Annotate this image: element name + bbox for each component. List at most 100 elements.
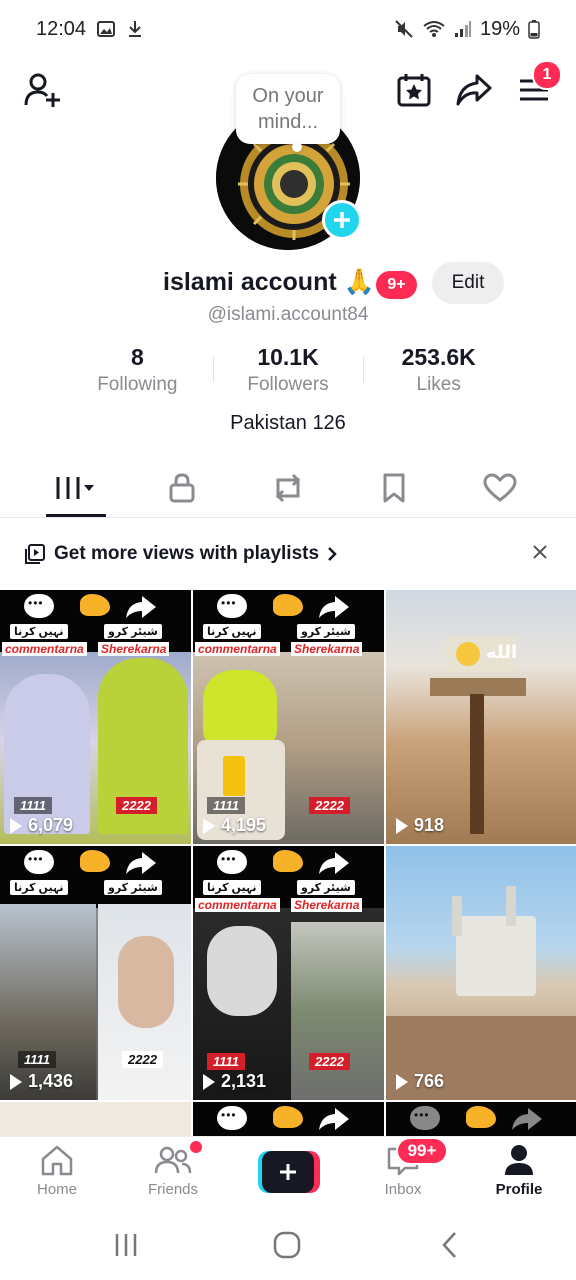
video-thumbnail[interactable]: 766 [386,846,576,1100]
thumb-building [456,916,536,996]
events-button[interactable] [392,68,436,112]
friends-notification-dot [190,1141,202,1153]
gallery-icon [97,21,116,37]
lock-icon [169,473,195,503]
thumb-figure [203,670,277,750]
home-circle-icon[interactable] [272,1230,302,1260]
thumb-tag-right: 2222 [116,797,157,814]
view-count-value: 6,079 [28,815,74,835]
thumb-minaret [452,896,462,936]
thumb-tag-left: 1111 [18,1051,57,1068]
view-count-value: 2,131 [221,1071,267,1091]
stat-label: Followers [247,374,329,395]
create-button[interactable] [258,1151,320,1193]
thumb-face [118,936,174,1028]
share-profile-button[interactable] [452,68,496,112]
view-count: 6,079 [10,815,73,836]
content-tabs [0,458,576,518]
nav-friends-label: Friends [147,1181,199,1198]
profile-handle: @islami.account84 [207,304,369,325]
nav-profile[interactable]: Profile [474,1143,564,1207]
note-bubble[interactable]: On your mind... [236,74,340,144]
bottom-nav: Home Friends Inbox 99+ Profile [0,1136,576,1210]
stat-likes[interactable]: 253.6K Likes [363,344,514,400]
playlist-banner-text: Get more views with playlists [54,543,320,564]
thumb-caption-left: commentarna [195,898,280,912]
share-arrow-icon [126,596,156,618]
grid-videos-icon [56,477,94,499]
video-thumbnail[interactable]: نہیں کرنا شیئر کرو 1111 2222 1,436 [0,846,191,1100]
signal-icon [454,21,471,37]
playlist-banner[interactable]: Get more views with playlists [0,524,576,584]
chevron-right-icon [328,547,337,561]
profile-name: islami account 🙏 [163,268,375,296]
recent-apps-icon[interactable] [112,1232,140,1258]
view-count-value: 1,436 [28,1071,74,1091]
thumb-pill-right: شیئر کرو [297,624,355,639]
nav-friends[interactable]: Friends [128,1143,218,1207]
name-badge[interactable]: 9+ [376,271,417,299]
comment-bubble-icon [217,594,247,618]
add-story-button[interactable] [322,200,362,240]
heart-icon [483,473,517,502]
thumb-pill-right: شیئر کرو [104,880,162,895]
video-thumbnail[interactable]: نہیں کرنا شیئر کرو commentarna Sherekarn… [193,846,384,1100]
thumb-caption-right: Sherekarna [98,642,170,656]
play-icon [10,817,22,834]
playlist-icon [25,544,45,564]
thumb-glass [223,756,245,796]
tab-videos[interactable] [46,466,106,510]
close-icon [533,545,547,559]
thumb-tag-left: 1111 [207,1053,246,1070]
comment-bubble-icon [217,850,247,874]
back-icon[interactable] [438,1230,462,1260]
calendar-star-icon [397,74,431,107]
video-thumbnail[interactable] [193,1102,384,1136]
view-count: 4,195 [203,815,266,836]
nav-home[interactable]: Home [12,1143,102,1207]
video-thumbnail[interactable]: الله 918 [386,590,576,844]
video-thumbnail[interactable]: نہیں کرنا شیئر کرو commentarna Sherekarn… [193,590,384,844]
thumb-tag-right: 2222 [309,1053,350,1070]
thumb-caption-left: commentarna [2,642,87,656]
video-thumbnail[interactable] [0,1102,191,1136]
wifi-icon [423,21,445,37]
play-icon [396,817,408,834]
edit-profile-button[interactable]: Edit [432,262,504,304]
tab-liked[interactable] [470,466,530,510]
thumb-pill-left: نہیں کرنا [10,880,68,895]
thumb-caption-right: Sherekarna [291,898,363,912]
stat-label: Following [97,374,178,395]
status-bar: 12:04 19% [0,0,576,58]
plus-icon [334,212,350,228]
thumb-minaret [506,886,516,926]
thumb-face [207,926,277,1016]
thumb-tag-left: 1111 [207,797,246,814]
tab-private[interactable] [152,466,212,510]
stat-followers[interactable]: 10.1K Followers [212,344,364,400]
profile-stats: 8 Following 10.1K Followers 253.6K Likes [62,344,514,400]
stat-following[interactable]: 8 Following [62,344,213,400]
play-icon [203,817,215,834]
profile-icon [505,1145,533,1175]
tab-reposts[interactable] [258,466,318,510]
video-thumbnail[interactable]: نہیں کرنا شیئر کرو commentarna Sherekarn… [0,590,191,844]
close-banner-button[interactable] [532,543,548,566]
comment-bubble-icon [24,850,54,874]
system-navigation-bar [0,1210,576,1280]
video-thumbnail[interactable] [386,1102,576,1136]
stat-value: 253.6K [401,344,476,370]
view-count-value: 918 [414,815,445,835]
tab-favorites[interactable] [364,466,424,510]
thumb-pill-right: شیئر کرو [297,880,355,895]
add-friend-button[interactable] [20,68,64,112]
view-count: 918 [396,815,444,836]
download-icon [129,21,142,37]
nav-inbox-label: Inbox [384,1181,422,1198]
video-grid: نہیں کرنا شیئر کرو commentarna Sherekarn… [0,590,576,1136]
nav-home-label: Home [36,1181,77,1198]
thumb-scene [291,922,384,1100]
plus-icon [280,1164,296,1180]
battery-icon [528,20,540,39]
thumb-pill-left: نہیں کرنا [10,624,68,639]
